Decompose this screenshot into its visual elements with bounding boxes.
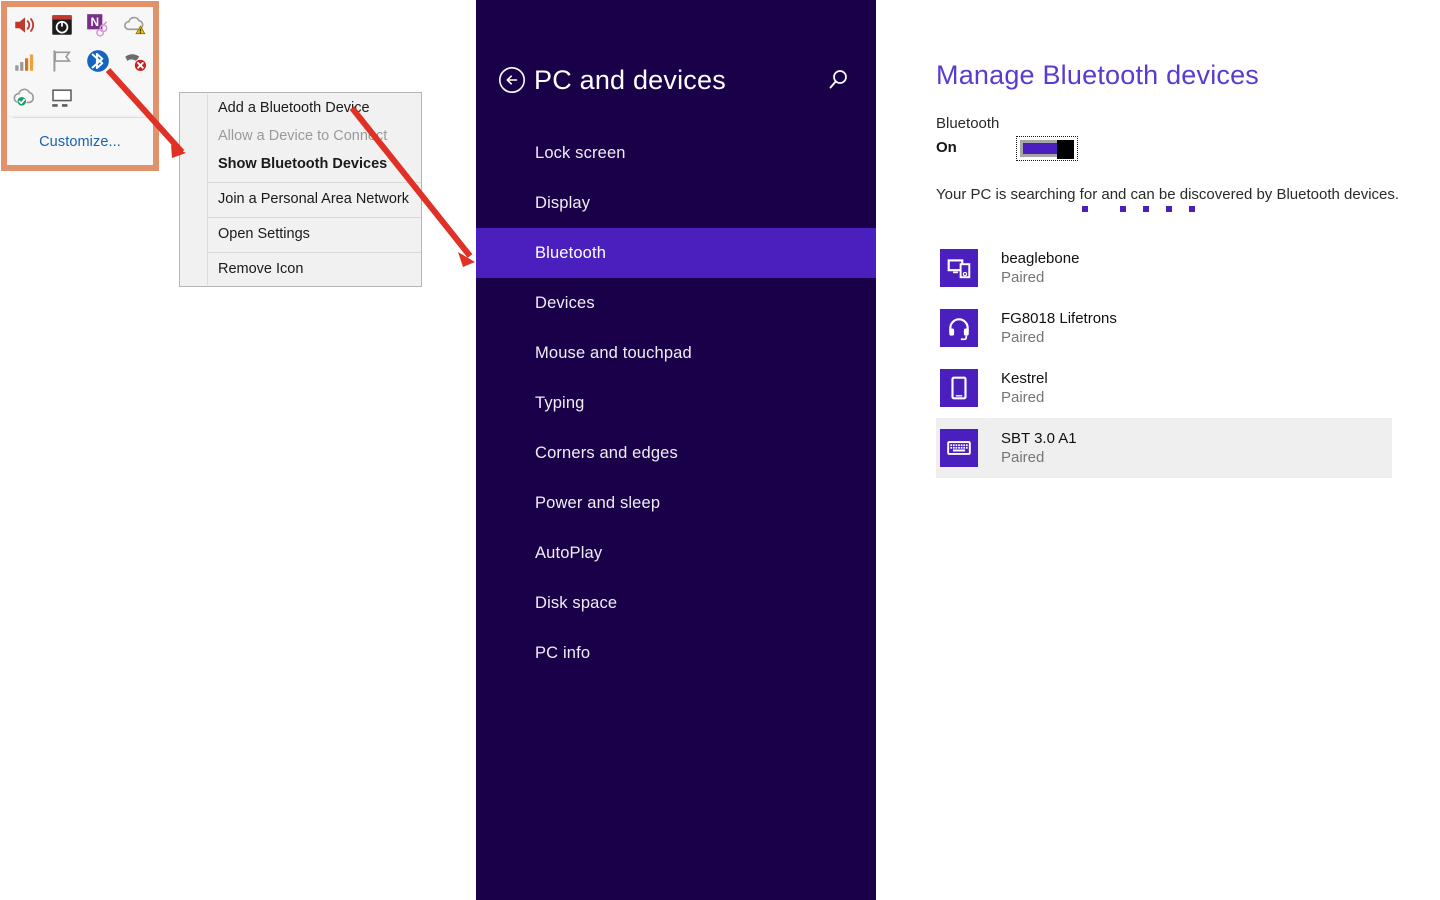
device-text: beaglebone Paired [1001,249,1079,287]
sidebar-item-bluetooth[interactable]: Bluetooth [476,228,876,278]
svg-text:N: N [91,15,100,29]
display-icon[interactable] [49,84,75,110]
pc-and-devices-header: PC and devices [476,54,876,106]
context-menu-separator [208,217,421,218]
context-menu-group: Add a Bluetooth Device Allow a Device to… [180,95,421,179]
page-title: PC and devices [534,65,726,95]
sidebar-item-lock-screen[interactable]: Lock screen [476,128,876,178]
context-menu-group: Open Settings [180,221,421,249]
menu-item-allow-a-device-to-connect: Allow a Device to Connect [218,128,388,144]
screen-root: N Customize... Add a Bluetooth Device Al… [0,0,1440,900]
sidebar-item-autoplay[interactable]: AutoPlay [476,528,876,578]
device-status: Paired [1001,329,1045,346]
flag-action-center-icon[interactable] [49,48,75,74]
pc-and-devices-nav: Lock screen Display Bluetooth Devices Mo… [476,128,876,678]
sidebar-item-mouse-and-touchpad[interactable]: Mouse and touchpad [476,328,876,378]
phone-icon [940,369,978,407]
sidebar-item-disk-space[interactable]: Disk space [476,578,876,628]
bluetooth-context-menu: Add a Bluetooth Device Allow a Device to… [179,92,422,287]
device-status: Paired [1001,449,1045,466]
sidebar-item-corners-and-edges[interactable]: Corners and edges [476,428,876,478]
device-name: SBT 3.0 A1 [1001,430,1077,447]
volume-icon[interactable] [12,12,38,38]
progress-dot [1166,206,1172,212]
pc-and-devices-panel: PC and devices Lock screen Display Bluet… [476,0,876,900]
bluetooth-toggle-label: Bluetooth [936,115,1000,132]
customize-link[interactable]: Customize... [7,118,153,165]
context-menu-separator [208,182,421,183]
sidebar-item-devices[interactable]: Devices [476,278,876,328]
menu-item-open-settings[interactable]: Open Settings [180,221,421,249]
bluetooth-icon[interactable] [85,48,111,74]
context-menu-group: Remove Icon [180,256,421,284]
network-signal-icon[interactable] [12,48,38,74]
safely-remove-hardware-icon[interactable] [49,12,75,38]
toggle-knob [1057,140,1074,159]
keyboard-icon [940,429,978,467]
input-device-error-icon[interactable] [122,48,148,74]
headset-icon [940,309,978,347]
device-text: SBT 3.0 A1 Paired [1001,429,1077,467]
bluetooth-toggle-state: On [936,139,957,156]
device-status: Paired [1001,389,1045,406]
context-menu-group: Join a Personal Area Network [180,186,421,214]
menu-item-add-a-bluetooth-device[interactable]: Add a Bluetooth Device [180,95,421,123]
device-row-fg8018-lifetrons[interactable]: FG8018 Lifetrons Paired [936,298,1440,358]
device-name: FG8018 Lifetrons [1001,310,1117,327]
bluetooth-device-list: beaglebone Paired FG8018 Lifetrons Paire… [936,238,1440,478]
toggle-track [1020,140,1074,159]
bluetooth-status-text: Your PC is searching for and can be disc… [936,186,1400,203]
progress-dot [1143,206,1149,212]
bluetooth-toggle-switch[interactable] [1016,136,1078,161]
bluetooth-page-title: Manage Bluetooth devices [936,60,1260,90]
devices-icon [940,249,978,287]
menu-item-remove-icon[interactable]: Remove Icon [180,256,421,284]
sidebar-item-typing[interactable]: Typing [476,378,876,428]
cloud-ok-icon[interactable] [12,84,38,110]
cloud-warning-icon[interactable] [122,12,148,38]
device-name: beaglebone [1001,250,1080,267]
menu-item-join-a-personal-area-network[interactable]: Join a Personal Area Network [180,186,421,214]
sidebar-item-power-and-sleep[interactable]: Power and sleep [476,478,876,528]
device-text: Kestrel Paired [1001,369,1048,407]
search-icon[interactable] [824,66,852,94]
device-row-beaglebone[interactable]: beaglebone Paired [936,238,1440,298]
sidebar-item-pc-info[interactable]: PC info [476,628,876,678]
menu-item-show-bluetooth-devices[interactable]: Show Bluetooth Devices [180,151,421,179]
device-row-sbt-3-0-a1[interactable]: SBT 3.0 A1 Paired [936,418,1392,478]
context-menu-separator [208,252,421,253]
back-arrow-icon[interactable] [498,66,526,94]
onenote-icon[interactable]: N [85,12,111,38]
searching-progress-dots [1082,206,1195,212]
device-row-kestrel[interactable]: Kestrel Paired [936,358,1440,418]
sidebar-item-display[interactable]: Display [476,178,876,228]
progress-dot [1082,206,1088,212]
manage-bluetooth-devices-panel: Manage Bluetooth devices Bluetooth On Yo… [936,0,1440,900]
progress-dot [1120,206,1126,212]
device-status: Paired [1001,269,1045,286]
progress-dot [1189,206,1195,212]
system-tray-flyout: N Customize... [1,1,159,171]
tray-icon-grid: N [7,7,153,115]
device-text: FG8018 Lifetrons Paired [1001,309,1117,347]
device-name: Kestrel [1001,370,1048,387]
